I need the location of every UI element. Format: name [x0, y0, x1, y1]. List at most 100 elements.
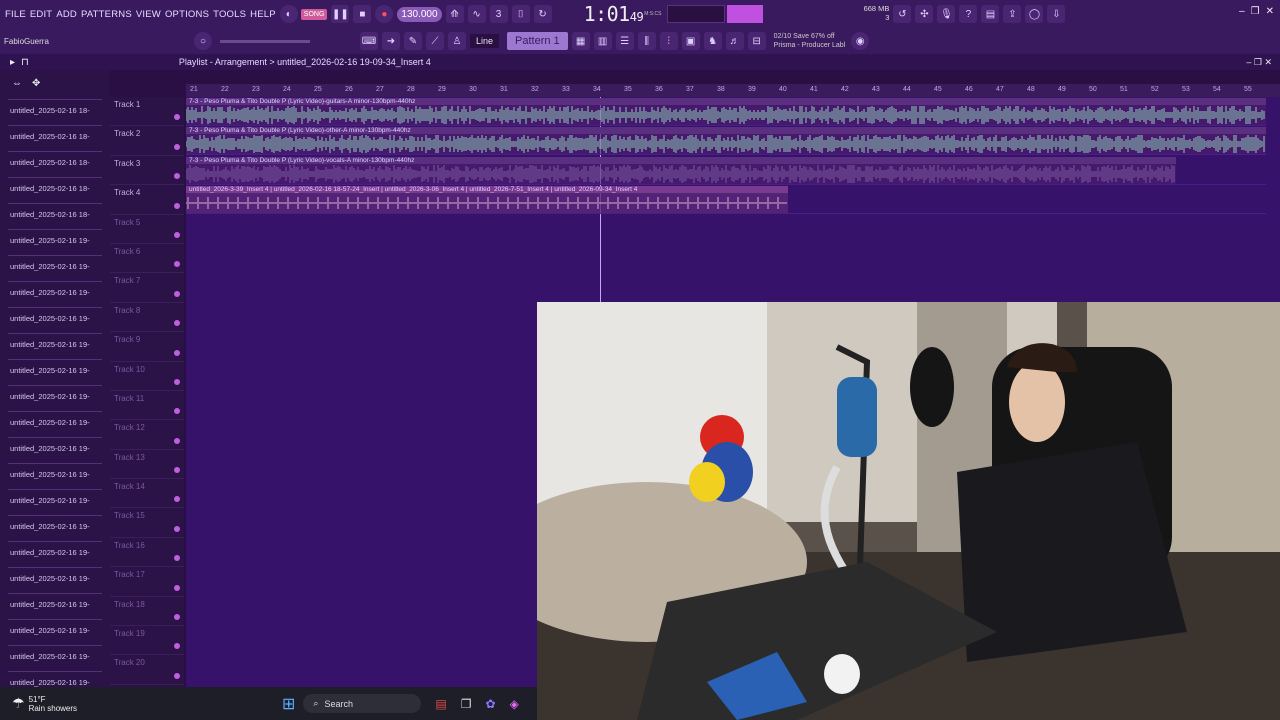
- record-icon[interactable]: ●: [375, 5, 394, 23]
- master-volume-knob-icon[interactable]: ○: [194, 32, 212, 50]
- picker-item[interactable]: untitled_2025-02-16 18-: [8, 125, 102, 149]
- audio-clip[interactable]: untitled_2026-3-39_Insert 4 | untitled_2…: [185, 186, 788, 214]
- picker-item[interactable]: untitled_2025-02-16 19-: [8, 411, 102, 435]
- browser-icon[interactable]: ⫶: [659, 32, 678, 50]
- track-enable-icon[interactable]: [174, 378, 180, 385]
- metronome-icon[interactable]: ⟰: [445, 5, 464, 23]
- tempo-tapper-icon[interactable]: ♬: [725, 32, 744, 50]
- track-enable-icon[interactable]: [174, 261, 180, 268]
- paint-icon[interactable]: ⟋: [426, 32, 444, 50]
- menu-patterns[interactable]: PATTERNS: [81, 9, 132, 20]
- picker-item[interactable]: untitled_2025-02-16 18-: [8, 99, 102, 123]
- snap-selector[interactable]: Line: [470, 34, 500, 48]
- picker-item[interactable]: untitled_2025-02-16 19-: [8, 515, 102, 539]
- menu-options[interactable]: OPTIONS: [165, 9, 209, 20]
- picker-item[interactable]: untitled_2025-02-16 19-: [8, 229, 102, 253]
- export-icon[interactable]: ⇪: [1003, 5, 1022, 23]
- song-mode-button[interactable]: SONG: [300, 8, 328, 20]
- track-header[interactable]: Track 20: [110, 655, 184, 685]
- undo-icon[interactable]: ↺: [893, 5, 912, 23]
- stamp-icon[interactable]: ♙: [448, 32, 466, 50]
- track-header[interactable]: Track 1: [110, 97, 184, 127]
- track-header[interactable]: Track 6: [110, 244, 184, 274]
- keyboard-icon[interactable]: ⌨: [360, 32, 378, 50]
- picker-item[interactable]: untitled_2025-02-16 19-: [8, 281, 102, 305]
- track-enable-icon[interactable]: [174, 467, 180, 474]
- picker-item[interactable]: untitled_2025-02-16 18-: [8, 151, 102, 175]
- touch-keyboard-icon[interactable]: ♞: [703, 32, 722, 50]
- track-header[interactable]: Track 14: [110, 479, 184, 509]
- picker-item[interactable]: untitled_2025-02-16 19-: [8, 567, 102, 591]
- track-header[interactable]: Track 3: [110, 156, 184, 186]
- picker-item[interactable]: untitled_2025-02-16 18-: [8, 203, 102, 227]
- track-enable-icon[interactable]: [174, 320, 180, 327]
- track-header[interactable]: Track 15: [110, 508, 184, 538]
- menu-help[interactable]: HELP: [250, 9, 276, 20]
- picker-item[interactable]: untitled_2025-02-16 19-: [8, 255, 102, 279]
- picker-item[interactable]: untitled_2025-02-16 19-: [8, 307, 102, 331]
- teams-icon[interactable]: ✿: [486, 697, 496, 711]
- track-enable-icon[interactable]: [174, 202, 180, 209]
- track-header[interactable]: Track 5: [110, 215, 184, 244]
- playlist-window-controls[interactable]: – ❐ ✕: [1246, 57, 1272, 68]
- track-enable-icon[interactable]: [174, 584, 180, 591]
- arrow-icon[interactable]: ➜: [382, 32, 400, 50]
- track-enable-icon[interactable]: [174, 114, 180, 121]
- picker-move-icon[interactable]: ✥: [32, 78, 40, 89]
- taskbar-search[interactable]: ⌕ Search: [303, 694, 422, 713]
- download-icon[interactable]: ⇩: [1047, 5, 1066, 23]
- pause-icon[interactable]: ❚❚: [331, 5, 350, 23]
- help-icon[interactable]: ?: [959, 5, 978, 23]
- track-header[interactable]: Track 7: [110, 273, 184, 303]
- project-browser-icon[interactable]: ⊟: [747, 32, 766, 50]
- windows-start-icon[interactable]: ⊞: [282, 694, 295, 714]
- copilot-icon[interactable]: ◈: [510, 697, 519, 711]
- track-header[interactable]: Track 10: [110, 362, 184, 391]
- track-enable-icon[interactable]: [174, 555, 180, 562]
- wait-icon[interactable]: ∿: [467, 5, 486, 23]
- playlist-menu-arrow-icon[interactable]: ▸: [10, 57, 15, 68]
- picker-item[interactable]: untitled_2025-02-16 19-: [8, 593, 102, 617]
- loop-record-icon[interactable]: ↻: [533, 5, 552, 23]
- picker-item[interactable]: untitled_2025-02-16 19-: [8, 489, 102, 513]
- weather-widget[interactable]: ☂ 51°F Rain showers: [12, 695, 272, 713]
- track-header[interactable]: Track 16: [110, 538, 184, 568]
- picker-item[interactable]: untitled_2025-02-16 19-: [8, 333, 102, 357]
- restore-icon[interactable]: ❐: [1251, 6, 1260, 17]
- flag-app-icon[interactable]: ▤: [435, 697, 446, 711]
- track-enable-icon[interactable]: [174, 143, 180, 150]
- countdown-icon[interactable]: 3: [489, 5, 508, 23]
- track-enable-icon[interactable]: [174, 437, 180, 444]
- picker-item[interactable]: untitled_2025-02-16 19-: [8, 437, 102, 461]
- picker-item[interactable]: untitled_2025-02-16 19-: [8, 359, 102, 383]
- track-enable-icon[interactable]: [174, 525, 180, 532]
- picker-item[interactable]: untitled_2025-02-16 18-: [8, 177, 102, 201]
- track-enable-icon[interactable]: [174, 231, 180, 238]
- draw-icon[interactable]: ✎: [404, 32, 422, 50]
- track-header[interactable]: Track 4: [110, 185, 184, 215]
- track-enable-icon[interactable]: [174, 614, 180, 621]
- plugin-picker-icon[interactable]: ▣: [681, 32, 700, 50]
- picker-item[interactable]: untitled_2025-02-16 19-: [8, 385, 102, 409]
- track-header[interactable]: Track 8: [110, 303, 184, 333]
- menu-add[interactable]: ADD: [56, 9, 77, 20]
- news-panel[interactable]: 02/10 Save 67% off Prisma - Producer Lab…: [774, 32, 846, 50]
- close-icon[interactable]: ✕: [1266, 6, 1274, 17]
- track-enable-icon[interactable]: [174, 672, 180, 679]
- track-enable-icon[interactable]: [174, 173, 180, 180]
- online-icon[interactable]: ◉: [851, 32, 870, 50]
- track-header[interactable]: Track 11: [110, 391, 184, 421]
- magnet-icon[interactable]: ⊓: [21, 57, 29, 68]
- channel-rack-icon[interactable]: ☰: [615, 32, 634, 50]
- hint-knob-icon[interactable]: ◐: [279, 5, 298, 23]
- track-header[interactable]: Track 9: [110, 332, 184, 362]
- menu-tools[interactable]: TOOLS: [213, 9, 246, 20]
- tempo-display[interactable]: 130.000: [397, 6, 442, 22]
- minimize-icon[interactable]: –: [1239, 6, 1245, 17]
- task-view-icon[interactable]: ❐: [461, 697, 472, 711]
- track-enable-icon[interactable]: [174, 290, 180, 297]
- audio-clip[interactable]: 7-3 - Peso Pluma & Tito Double P (Lyric …: [185, 127, 1266, 155]
- plugins-icon[interactable]: ✣: [915, 5, 934, 23]
- pattern-selector[interactable]: Pattern 1: [507, 32, 568, 50]
- master-pitch-slider[interactable]: [220, 39, 310, 43]
